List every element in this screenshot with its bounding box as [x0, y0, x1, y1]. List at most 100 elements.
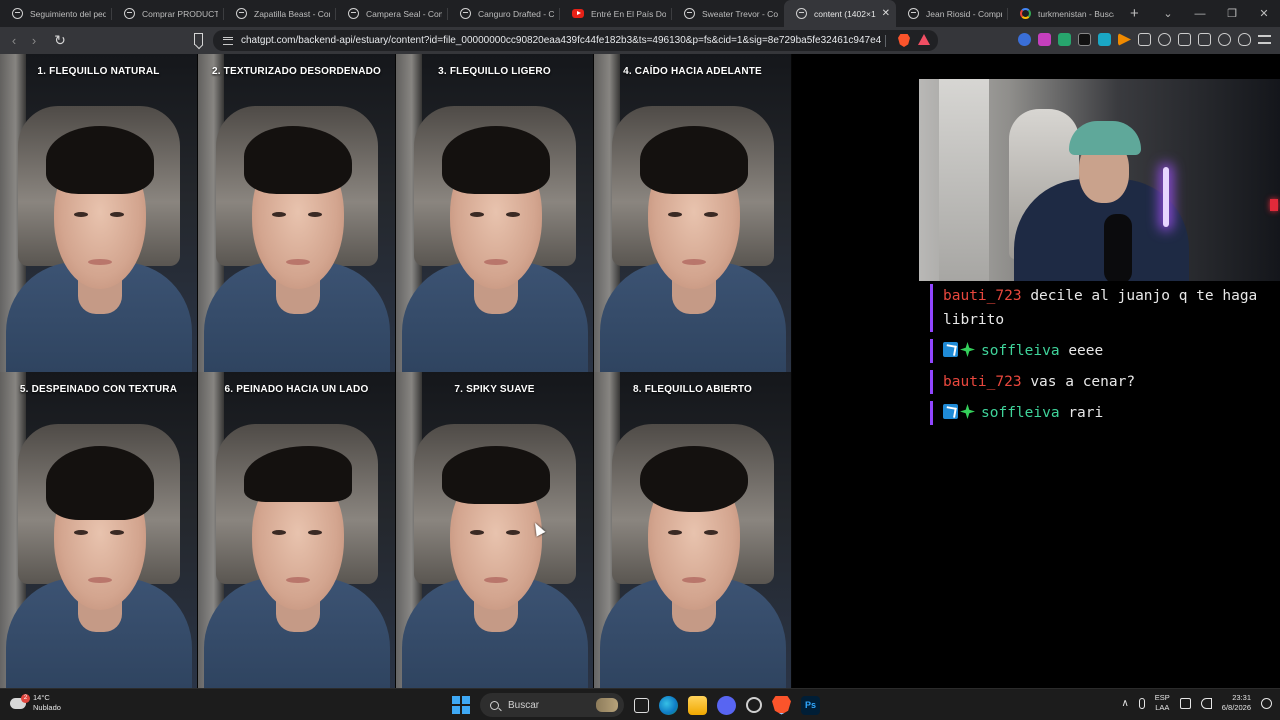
tab-search-icon[interactable]: ⌄: [1152, 7, 1184, 20]
brave-browser-icon[interactable]: [772, 695, 791, 715]
language-indicator[interactable]: ESP LAA: [1155, 693, 1170, 713]
hairstyle-label: 1. FLEQUILLO NATURAL: [37, 66, 160, 77]
browser-tab[interactable]: Entré En El País Donde: [560, 0, 672, 27]
hairstyle-photo: 4. CAÍDO HACIA ADELANTE: [594, 54, 792, 372]
globe-icon: [684, 8, 695, 19]
chat-text: vas a cenar?: [1030, 374, 1136, 390]
hairstyle-photo: 7. SPIKY SUAVE: [396, 372, 594, 688]
browser-tab[interactable]: Campera Seal - Comp: [336, 0, 448, 27]
tab-title: Canguro Drafted - Co: [478, 8, 554, 19]
menu-icon[interactable]: [1258, 35, 1271, 44]
page-content: 1. FLEQUILLO NATURAL 2. TEXTURIZADO DESO…: [0, 54, 1280, 688]
chat-username[interactable]: bauti_723: [943, 374, 1022, 390]
volume-icon[interactable]: [1200, 697, 1212, 709]
tab-title: Comprar PRODUCTOS: [142, 8, 218, 19]
star-badge-icon: [960, 404, 975, 419]
browser-tab[interactable]: turkmenistan - Buscar: [1008, 0, 1120, 27]
chat-username[interactable]: bauti_723: [943, 288, 1022, 304]
bookmark-icon[interactable]: [194, 33, 203, 45]
leo-ai-icon[interactable]: [1218, 33, 1231, 46]
puzzle-icon[interactable]: [1138, 33, 1151, 46]
reload-icon[interactable]: ↻: [50, 32, 70, 49]
browser-toolbar: ‹ › ↻ chatgpt.com/backend-api/estuary/co…: [0, 27, 1280, 54]
clock[interactable]: 23:31 6/8/2026: [1222, 693, 1251, 713]
tab-title: Sweater Trevor - Com: [702, 8, 778, 19]
back-icon[interactable]: ‹: [4, 33, 24, 48]
chat-username[interactable]: soffleiva: [981, 405, 1060, 421]
taskbar-search[interactable]: Buscar: [480, 693, 624, 717]
site-info-icon[interactable]: [223, 36, 233, 45]
extension-icon[interactable]: [1078, 33, 1091, 46]
browser-tab[interactable]: Seguimiento del pedi: [0, 0, 112, 27]
microphone-icon[interactable]: [1138, 697, 1145, 709]
globe-icon: [460, 8, 471, 19]
close-tab-icon[interactable]: ✕: [882, 8, 890, 19]
tab-title: content (1402×1: [814, 8, 876, 19]
search-icon: [490, 700, 499, 710]
weather-temperature: 14°C: [33, 693, 50, 702]
vpn-shield-icon[interactable]: [1238, 33, 1251, 46]
hairstyle-label: 4. CAÍDO HACIA ADELANTE: [623, 66, 762, 77]
wallet-icon[interactable]: [1198, 33, 1211, 46]
chat-username[interactable]: soffleiva: [981, 343, 1060, 359]
tab-title: Seguimiento del pedi: [30, 8, 106, 19]
globe-icon: [236, 8, 247, 19]
extension-icon[interactable]: [1018, 33, 1031, 46]
hairstyle-label: 5. DESPEINADO CON TEXTURA: [19, 384, 178, 395]
edge-icon[interactable]: [659, 695, 678, 715]
chat-message: bauti_723 decile al juanjo q te haga lib…: [930, 284, 1280, 332]
network-icon[interactable]: [1179, 697, 1191, 709]
hairstyle-label: 8. FLEQUILLO ABIERTO: [632, 384, 752, 395]
clock-time: 23:31: [1232, 693, 1251, 702]
hairstyle-grid-image: 1. FLEQUILLO NATURAL 2. TEXTURIZADO DESO…: [0, 54, 792, 688]
chat-message: soffleiva eeee: [930, 339, 1280, 363]
browser-tab[interactable]: Sweater Trevor - Com: [672, 0, 784, 27]
window-controls: ⌄ — ❐ ✕: [1152, 0, 1280, 27]
chat-text: eeee: [1068, 343, 1104, 359]
extensions-bar: [1018, 33, 1271, 46]
windows-taskbar: 2 14°C Nublado Buscar Ps ∧ ESP LAA 23:31: [0, 688, 1280, 720]
extension-icon[interactable]: [1098, 33, 1111, 46]
browser-tab[interactable]: Zapatilla Beast - Com: [224, 0, 336, 27]
clock-date: 6/8/2026: [1221, 703, 1251, 712]
hairstyle-label: 3. FLEQUILLO LIGERO: [438, 66, 551, 77]
prime-icon: [943, 404, 958, 419]
browser-tab[interactable]: Jean Riosid - Compra: [896, 0, 1008, 27]
cloud-icon: 2: [10, 693, 30, 709]
weather-widget[interactable]: 2 14°C Nublado: [10, 693, 61, 713]
music-icon[interactable]: [1158, 33, 1171, 46]
file-explorer-icon[interactable]: [688, 695, 707, 715]
url-text[interactable]: chatgpt.com/backend-api/estuary/content?…: [241, 35, 881, 46]
windows-start-icon[interactable]: [452, 696, 470, 714]
side-panel-icon[interactable]: [1178, 33, 1191, 46]
brave-shields-icon[interactable]: [898, 34, 910, 47]
notification-badge: 2: [21, 693, 30, 703]
photoshop-icon[interactable]: Ps: [801, 695, 820, 715]
hairstyle-label: 6. PEINADO HACIA UN LADO: [224, 384, 369, 395]
notifications-icon[interactable]: [1261, 697, 1272, 709]
hairstyle-photo: 8. FLEQUILLO ABIERTO: [594, 372, 792, 688]
show-hidden-icons[interactable]: ∧: [1121, 698, 1128, 709]
new-tab-button[interactable]: +: [1130, 5, 1139, 22]
steam-icon[interactable]: [746, 697, 762, 713]
hairstyle-photo: 2. TEXTURIZADO DESORDENADO: [198, 54, 396, 372]
discord-icon[interactable]: [717, 695, 736, 715]
brave-rewards-icon[interactable]: [918, 34, 930, 45]
forward-icon[interactable]: ›: [24, 33, 44, 48]
play-icon[interactable]: [1118, 33, 1131, 46]
chat-message: soffleiva rari: [930, 401, 1280, 425]
task-view-icon[interactable]: [634, 697, 649, 713]
minimize-icon[interactable]: —: [1184, 8, 1216, 20]
hairstyle-label: 2. TEXTURIZADO DESORDENADO: [211, 66, 382, 77]
tab-title: Jean Riosid - Compra: [926, 8, 1002, 19]
stream-chat: bauti_723 decile al juanjo q te haga lib…: [930, 284, 1280, 432]
extension-icon[interactable]: [1058, 33, 1071, 46]
browser-tab[interactable]: Comprar PRODUCTOS: [112, 0, 224, 27]
prime-icon: [943, 342, 958, 357]
address-bar[interactable]: chatgpt.com/backend-api/estuary/content?…: [213, 30, 938, 51]
browser-tab[interactable]: Canguro Drafted - Co: [448, 0, 560, 27]
maximize-icon[interactable]: ❐: [1216, 7, 1248, 20]
extension-icon[interactable]: [1038, 33, 1051, 46]
close-window-icon[interactable]: ✕: [1248, 7, 1280, 20]
browser-tab-active[interactable]: content (1402×1 ✕: [784, 0, 896, 27]
